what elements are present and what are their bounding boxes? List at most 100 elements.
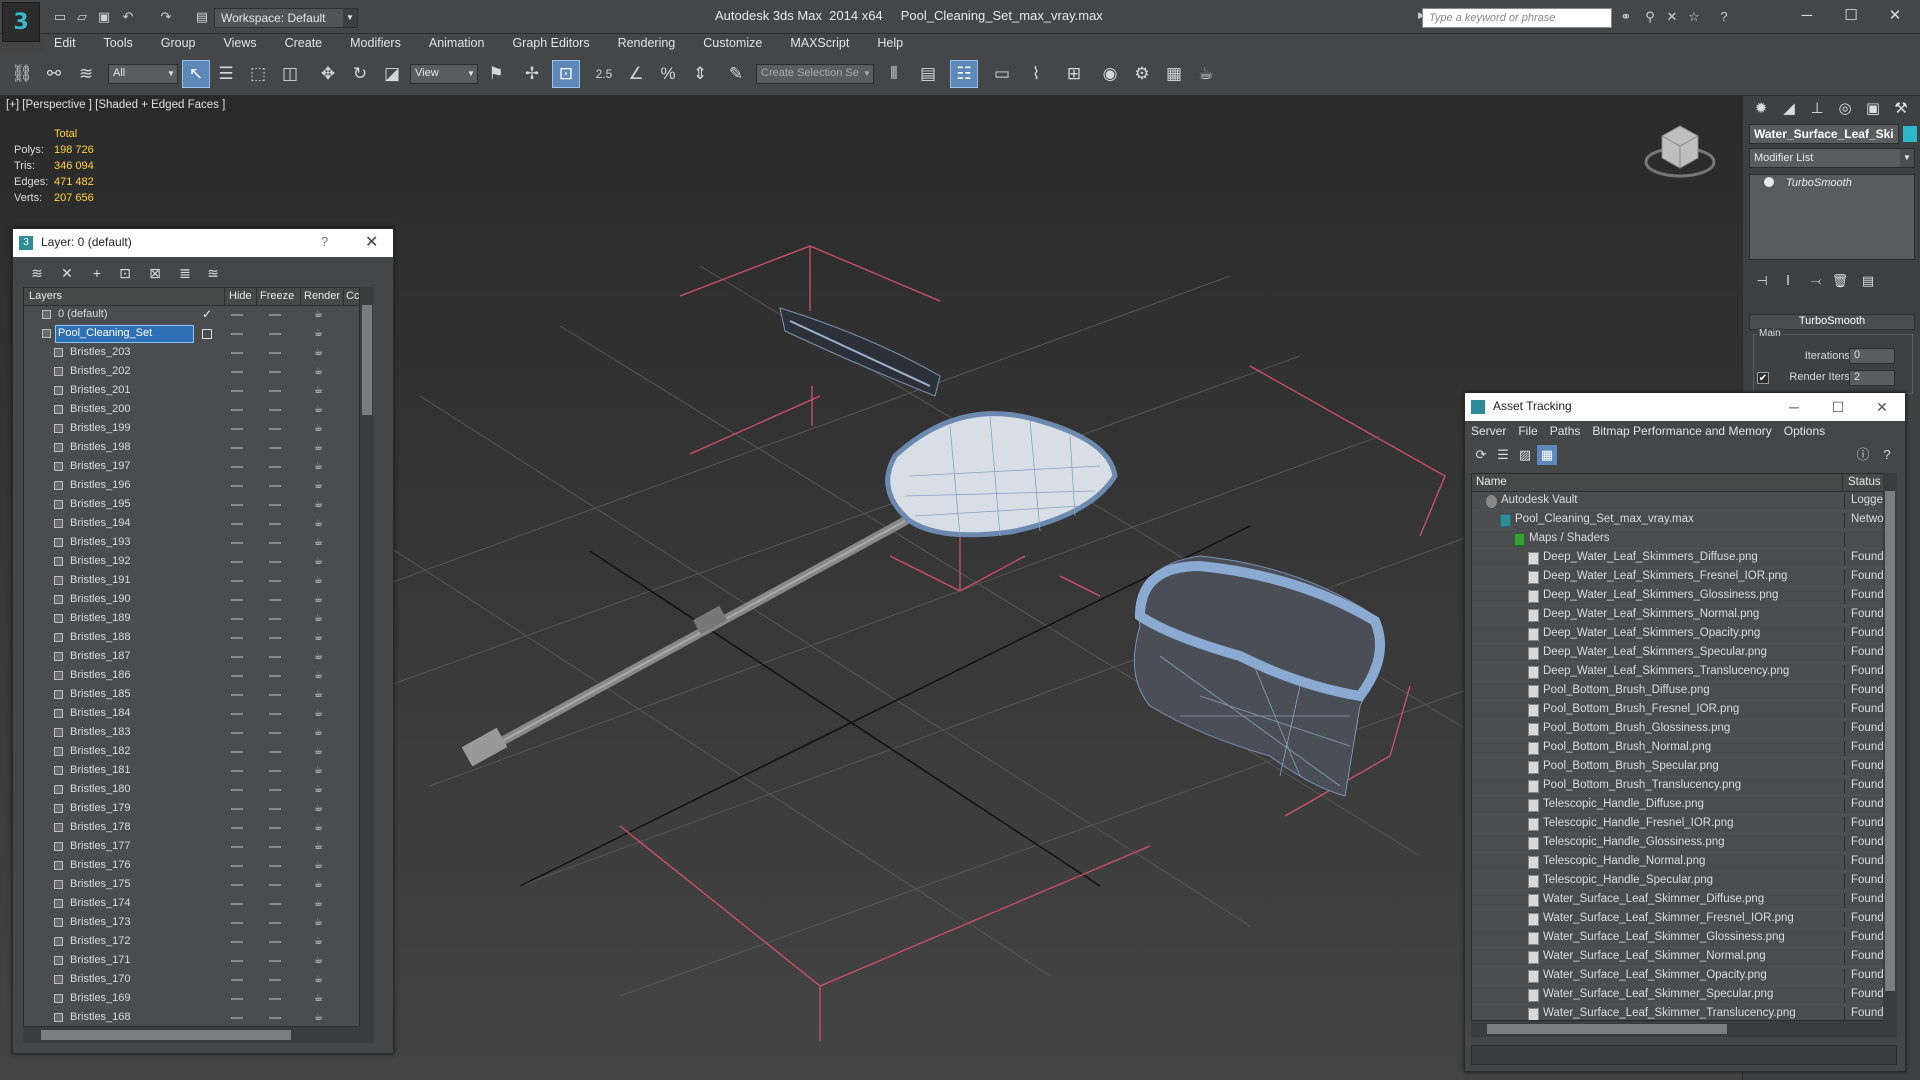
hierarchy-tab-icon[interactable]: ⊥ xyxy=(1805,98,1829,120)
asset-row[interactable]: Water_Surface_Leaf_Skimmer_Translucency.… xyxy=(1472,1005,1896,1020)
render-teapot-icon[interactable]: ☕ xyxy=(314,993,325,1004)
menu-help[interactable]: Help xyxy=(867,34,913,54)
layer-row[interactable]: Bristles_192 ☕ xyxy=(24,553,368,572)
communication-icon[interactable]: ✕ xyxy=(1664,9,1680,25)
layer-name[interactable]: Bristles_200 xyxy=(68,402,133,418)
asset-row[interactable]: Autodesk Vault Logged xyxy=(1472,492,1896,511)
thumbnail-view-icon[interactable]: ▨ xyxy=(1515,445,1535,465)
modify-tab-icon[interactable]: ◢ xyxy=(1777,98,1801,120)
render-teapot-icon[interactable]: ☕ xyxy=(314,765,325,776)
layer-row[interactable]: Bristles_171 ☕ xyxy=(24,952,368,971)
render-teapot-icon[interactable]: ☕ xyxy=(314,366,325,377)
layer-row[interactable]: Bristles_187 ☕ xyxy=(24,648,368,667)
freeze-toggle[interactable] xyxy=(269,998,281,1000)
hide-toggle[interactable] xyxy=(231,447,243,449)
render-teapot-icon[interactable]: ☕ xyxy=(314,594,325,605)
rectangular-selection-icon[interactable]: ⬚ xyxy=(244,60,272,88)
freeze-toggle[interactable] xyxy=(269,903,281,905)
keyboard-shortcut-override-icon[interactable]: ⊡ xyxy=(552,60,580,88)
layer-name[interactable]: Bristles_181 xyxy=(68,763,133,779)
align-icon[interactable]: ▤ xyxy=(914,60,942,88)
hide-toggle[interactable] xyxy=(231,732,243,734)
layer-name[interactable]: Bristles_171 xyxy=(68,953,133,969)
named-selection-sets-dropdown[interactable]: Create Selection Se ▼ xyxy=(756,64,874,84)
render-teapot-icon[interactable]: ☕ xyxy=(314,784,325,795)
render-teapot-icon[interactable]: ☕ xyxy=(314,404,325,415)
schematic-view-icon[interactable]: ⊞ xyxy=(1060,60,1088,88)
render-teapot-icon[interactable]: ☕ xyxy=(314,822,325,833)
layer-row[interactable]: Bristles_179 ☕ xyxy=(24,800,368,819)
freeze-toggle[interactable] xyxy=(269,732,281,734)
layer-row[interactable]: Bristles_199 ☕ xyxy=(24,420,368,439)
render-teapot-icon[interactable]: ☕ xyxy=(314,917,325,928)
freeze-toggle[interactable] xyxy=(269,352,281,354)
render-teapot-icon[interactable]: ☕ xyxy=(314,556,325,567)
reference-coordinate-dropdown[interactable]: View ▼ xyxy=(410,64,478,84)
layers-stack-icon[interactable]: ≋ xyxy=(27,263,47,283)
layer-name[interactable]: Bristles_175 xyxy=(68,877,133,893)
layer-row[interactable]: Bristles_183 ☕ xyxy=(24,724,368,743)
render-teapot-icon[interactable]: ☕ xyxy=(314,518,325,529)
render-iters-checkbox[interactable]: ✔ xyxy=(1757,372,1769,384)
project-folder-icon[interactable]: ▤ xyxy=(194,9,210,25)
select-in-layer-icon[interactable]: ⊡ xyxy=(115,263,135,283)
freeze-toggle[interactable] xyxy=(269,808,281,810)
asset-row[interactable]: Telescopic_Handle_Diffuse.png Found xyxy=(1472,796,1896,815)
layer-row[interactable]: Bristles_186 ☕ xyxy=(24,667,368,686)
render-teapot-icon[interactable]: ☕ xyxy=(314,347,325,358)
list-view-icon[interactable]: ☰ xyxy=(1493,445,1513,465)
layer-name[interactable]: Bristles_186 xyxy=(68,668,133,684)
layer-vertical-scrollbar[interactable] xyxy=(359,287,373,1027)
display-tab-icon[interactable]: ▣ xyxy=(1861,98,1885,120)
layer-row[interactable]: Bristles_181 ☕ xyxy=(24,762,368,781)
render-teapot-icon[interactable]: ☕ xyxy=(314,632,325,643)
freeze-toggle[interactable] xyxy=(269,694,281,696)
show-end-result-icon[interactable]: Ⅰ xyxy=(1777,270,1799,292)
hide-toggle[interactable] xyxy=(231,314,243,316)
render-teapot-icon[interactable]: ☕ xyxy=(314,955,325,966)
layer-name[interactable]: Bristles_203 xyxy=(68,345,133,361)
freeze-toggle[interactable] xyxy=(269,409,281,411)
layer-window-titlebar[interactable]: Layer: 0 (default) xyxy=(13,229,393,257)
select-manipulate-icon[interactable]: ✢ xyxy=(518,60,546,88)
layer-name[interactable]: Bristles_187 xyxy=(68,649,133,665)
render-teapot-icon[interactable]: ☕ xyxy=(314,309,325,320)
layer-row[interactable]: Bristles_190 ☕ xyxy=(24,591,368,610)
new-file-icon[interactable]: ▭ xyxy=(52,9,68,25)
layer-row[interactable]: Bristles_184 ☕ xyxy=(24,705,368,724)
minimize-icon[interactable]: ─ xyxy=(1790,4,1824,28)
hide-toggle[interactable] xyxy=(231,409,243,411)
freeze-all-layers-icon[interactable]: ≊ xyxy=(203,263,223,283)
hide-toggle[interactable] xyxy=(231,390,243,392)
layer-row[interactable]: Bristles_169 ☕ xyxy=(24,990,368,1009)
layer-name[interactable]: Bristles_192 xyxy=(68,554,133,570)
freeze-toggle[interactable] xyxy=(269,675,281,677)
layer-row[interactable]: Bristles_170 ☕ xyxy=(24,971,368,990)
asset-menu-options[interactable]: Options xyxy=(1778,421,1831,441)
freeze-toggle[interactable] xyxy=(269,523,281,525)
edit-named-selection-icon[interactable]: ✎ xyxy=(722,60,750,88)
layer-row[interactable]: Pool_Cleaning_Set ☕ xyxy=(24,325,368,344)
menu-create[interactable]: Create xyxy=(275,34,333,54)
help-icon[interactable]: ? xyxy=(321,234,328,249)
object-color-swatch[interactable] xyxy=(1903,126,1917,142)
binoculars-icon[interactable]: ⚭ xyxy=(1618,9,1634,25)
close-icon[interactable]: ✕ xyxy=(1867,396,1897,418)
layer-name[interactable]: 0 (default) xyxy=(56,307,110,323)
layer-name[interactable]: Bristles_172 xyxy=(68,934,133,950)
favorites-star-icon[interactable]: ☆ xyxy=(1686,9,1702,25)
hide-toggle[interactable] xyxy=(231,561,243,563)
layer-row[interactable]: Bristles_182 ☕ xyxy=(24,743,368,762)
maximize-icon[interactable]: ☐ xyxy=(1834,4,1868,28)
asset-row[interactable]: Deep_Water_Leaf_Skimmers_Fresnel_IOR.png… xyxy=(1472,568,1896,587)
set-current-layer-box[interactable] xyxy=(202,329,212,339)
unlink-icon[interactable]: ⚯ xyxy=(40,60,68,88)
asset-row[interactable]: Pool_Cleaning_Set_max_vray.max Networ xyxy=(1472,511,1896,530)
layer-name[interactable]: Bristles_198 xyxy=(68,440,133,456)
freeze-toggle[interactable] xyxy=(269,922,281,924)
iterations-spinner[interactable]: 0 xyxy=(1849,348,1895,364)
layer-row[interactable]: Bristles_173 ☕ xyxy=(24,914,368,933)
hide-toggle[interactable] xyxy=(231,808,243,810)
layer-name[interactable]: Bristles_176 xyxy=(68,858,133,874)
layer-name[interactable]: Bristles_169 xyxy=(68,991,133,1007)
